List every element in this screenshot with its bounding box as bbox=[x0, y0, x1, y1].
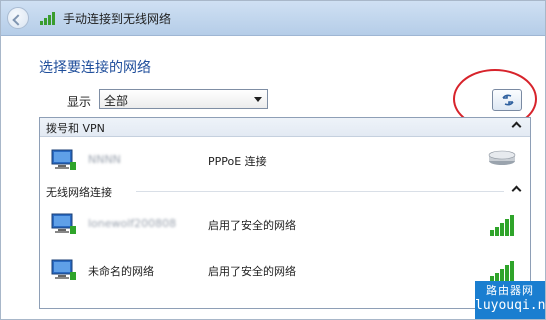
network-status: PPPoE 连接 bbox=[208, 155, 267, 168]
title-bar: 手动连接到无线网络 bbox=[1, 1, 545, 36]
modem-icon bbox=[488, 150, 516, 165]
network-name: 未命名的网络 bbox=[88, 265, 154, 278]
show-filter-dropdown[interactable]: 全部 bbox=[99, 89, 268, 109]
network-status: 启用了安全的网络 bbox=[208, 265, 296, 278]
list-item[interactable]: lonewolf200808 启用了安全的网络 bbox=[40, 204, 530, 244]
window-title: 手动连接到无线网络 bbox=[63, 12, 172, 26]
wifi-signal-icon bbox=[490, 215, 514, 236]
watermark-bottom-text: luyouqi.net bbox=[475, 298, 546, 313]
group-header-dialup[interactable]: 拨号和 VPN bbox=[40, 118, 530, 137]
group-label: 无线网络连接 bbox=[46, 186, 112, 199]
wireless-network-icon bbox=[40, 12, 55, 25]
network-list: 拨号和 VPN NNNN PPPoE 连接 无线网络连接 lonewolf200… bbox=[39, 117, 531, 309]
network-name: lonewolf200808 bbox=[88, 217, 177, 230]
list-item[interactable]: NNNN PPPoE 连接 bbox=[40, 140, 530, 180]
network-computer-icon bbox=[51, 213, 76, 234]
network-name: NNNN bbox=[88, 153, 121, 166]
network-computer-icon bbox=[51, 259, 76, 280]
list-item[interactable]: 未命名的网络 启用了安全的网络 bbox=[40, 250, 530, 290]
show-filter-label: 显示 bbox=[67, 95, 92, 109]
group-header-wireless[interactable]: 无线网络连接 bbox=[40, 182, 530, 200]
network-computer-icon bbox=[51, 149, 76, 170]
wifi-signal-icon bbox=[490, 261, 514, 282]
chevron-down-icon bbox=[254, 97, 262, 102]
dialog-window: 手动连接到无线网络 选择要连接的网络 显示 全部 拨号和 VPN NNNN PP… bbox=[0, 0, 546, 320]
page-heading: 选择要连接的网络 bbox=[39, 60, 151, 76]
back-button[interactable] bbox=[7, 7, 29, 29]
watermark-logo: 路由器网 luyouqi.net bbox=[475, 281, 546, 319]
show-filter-value: 全部 bbox=[104, 94, 129, 108]
watermark-top-text: 路由器网 bbox=[486, 284, 534, 297]
chevron-up-icon bbox=[511, 121, 522, 132]
group-label: 拨号和 VPN bbox=[46, 122, 105, 135]
chevron-up-icon bbox=[511, 185, 522, 196]
network-status: 启用了安全的网络 bbox=[208, 219, 296, 232]
